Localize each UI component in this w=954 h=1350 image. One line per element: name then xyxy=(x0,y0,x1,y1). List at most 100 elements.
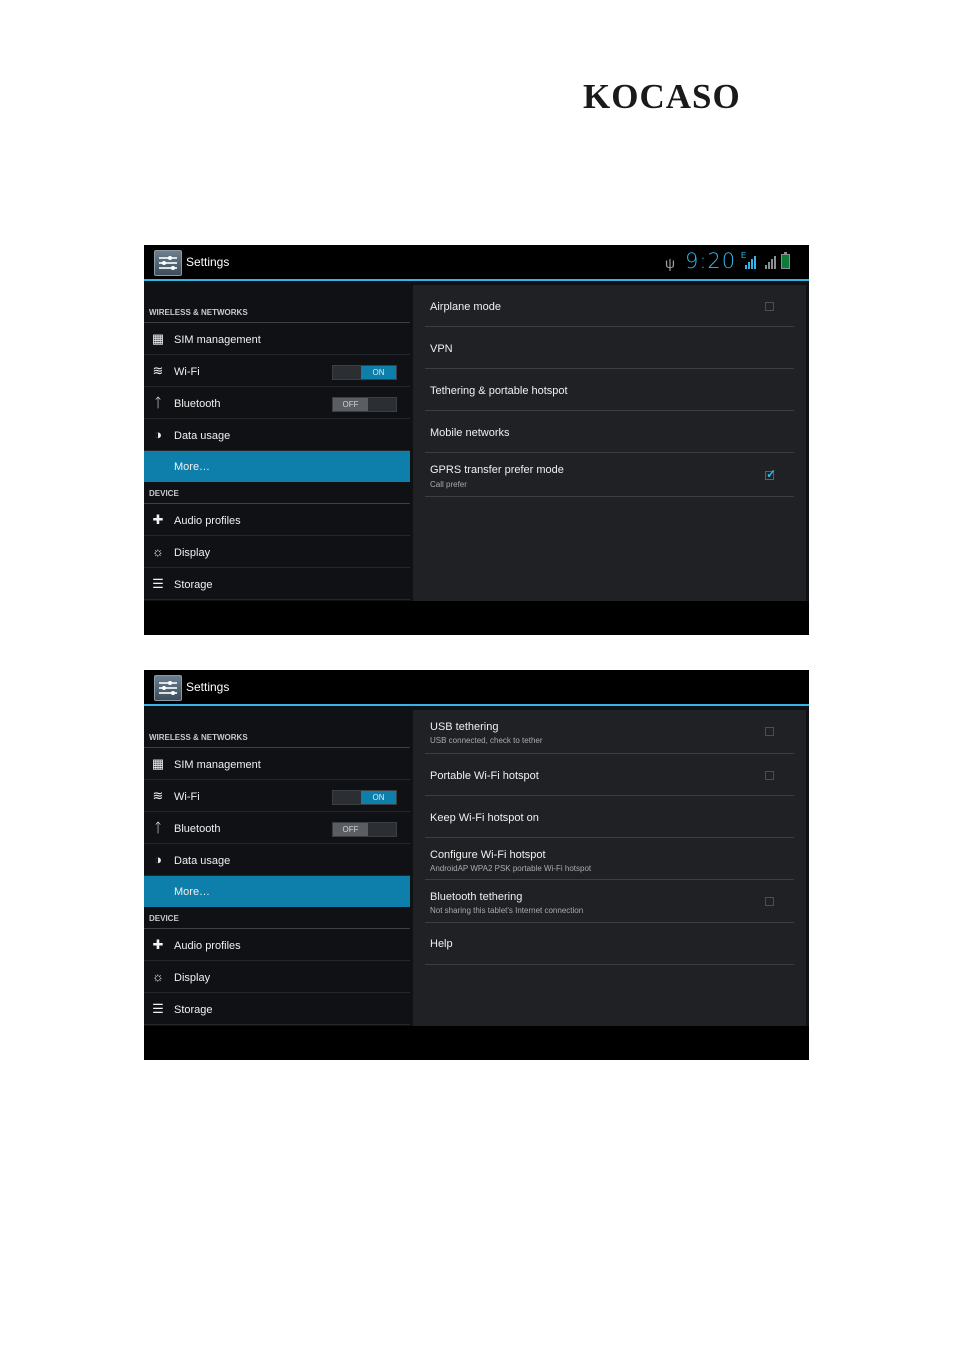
sidebar-item-label: More… xyxy=(174,886,211,898)
clock: 9:20 xyxy=(685,249,737,273)
setting-title: VPN xyxy=(430,343,453,355)
setting-vpn[interactable]: VPN xyxy=(425,327,794,369)
audio-profiles-icon: ✚ xyxy=(152,512,164,527)
app-title: Settings xyxy=(186,255,230,269)
wifi-toggle[interactable]: ON xyxy=(332,790,397,805)
setting-subtitle: USB connected, check to tether xyxy=(430,736,543,745)
sidebar-item-label: Data usage xyxy=(174,855,231,867)
setting-title: Mobile networks xyxy=(430,427,510,439)
divider xyxy=(144,322,410,323)
sidebar-item-label: Wi-Fi xyxy=(174,366,200,378)
setting-title: USB tethering xyxy=(430,721,499,733)
setting-title: GPRS transfer prefer mode xyxy=(430,464,564,476)
category-header-device: DEVICE xyxy=(149,914,179,923)
sidebar-item-display[interactable]: ☼ Display xyxy=(144,537,410,568)
wifi-icon: ≋ xyxy=(152,788,164,803)
storage-icon: ☰ xyxy=(152,1001,164,1016)
setting-title: Bluetooth tethering xyxy=(430,891,523,903)
setting-keep-hotspot-on[interactable]: Keep Wi-Fi hotspot on xyxy=(425,796,794,838)
toggle-state: ON xyxy=(361,791,396,804)
setting-title: Configure Wi-Fi hotspot xyxy=(430,849,546,861)
sidebar-item-label: Bluetooth xyxy=(174,823,221,835)
portable-hotspot-checkbox[interactable] xyxy=(765,771,774,780)
setting-title: Airplane mode xyxy=(430,301,501,313)
signal-strength-sim2-icon xyxy=(763,255,777,269)
action-bar: Settings xyxy=(144,670,809,706)
usb-tethering-checkbox[interactable] xyxy=(765,727,774,736)
sidebar-item-label: Data usage xyxy=(174,430,231,442)
bluetooth-tethering-checkbox[interactable] xyxy=(765,897,774,906)
storage-icon: ☰ xyxy=(152,576,164,591)
sidebar-item-label: Display xyxy=(174,972,211,984)
setting-airplane-mode[interactable]: Airplane mode xyxy=(425,285,794,327)
divider xyxy=(144,747,410,748)
category-header-wireless: WIRELESS & NETWORKS xyxy=(149,733,248,742)
divider xyxy=(144,928,410,929)
sidebar-item-label: Wi-Fi xyxy=(174,791,200,803)
settings-screenshot-1: Settings ψ 9:20 E WIRELESS & NETWORKS ▦ … xyxy=(144,245,809,635)
display-brightness-icon: ☼ xyxy=(152,544,164,559)
sidebar-item-label: Display xyxy=(174,547,211,559)
settings-app-icon[interactable] xyxy=(154,250,182,276)
settings-sidebar: WIRELESS & NETWORKS ▦ SIM management ≋ W… xyxy=(144,708,410,1026)
sidebar-item-label: Audio profiles xyxy=(174,515,241,527)
sidebar-item-label: SIM management xyxy=(174,334,261,346)
setting-help[interactable]: Help xyxy=(425,923,794,965)
bluetooth-toggle[interactable]: OFF xyxy=(332,822,397,837)
setting-configure-hotspot[interactable]: Configure Wi-Fi hotspot AndroidAP WPA2 P… xyxy=(425,838,794,880)
sidebar-item-audio-profiles[interactable]: ✚ Audio profiles xyxy=(144,505,410,536)
sidebar-item-storage[interactable]: ☰ Storage xyxy=(144,994,410,1025)
sidebar-item-audio-profiles[interactable]: ✚ Audio profiles xyxy=(144,930,410,961)
sidebar-item-bluetooth[interactable]: ᛏ Bluetooth OFF xyxy=(144,813,410,844)
sim-card-icon: ▦ xyxy=(151,756,165,771)
bluetooth-icon: ᛏ xyxy=(154,395,162,410)
setting-title: Portable Wi-Fi hotspot xyxy=(430,770,539,782)
settings-app-icon[interactable] xyxy=(154,675,182,701)
kocaso-logo: KOCASO xyxy=(583,77,741,116)
toggle-state: ON xyxy=(361,366,396,379)
sidebar-item-display[interactable]: ☼ Display xyxy=(144,962,410,993)
sidebar-item-data-usage[interactable]: ◑ Data usage xyxy=(144,420,410,451)
setting-title: Tethering & portable hotspot xyxy=(430,385,568,397)
setting-subtitle: Call prefer xyxy=(430,480,467,489)
setting-mobile-networks[interactable]: Mobile networks xyxy=(425,411,794,453)
sidebar-item-label: Storage xyxy=(174,1004,213,1016)
signal-strength-icon xyxy=(743,255,757,269)
setting-subtitle: Not sharing this tablet's Internet conne… xyxy=(430,906,584,915)
sidebar-item-wifi[interactable]: ≋ Wi-Fi ON xyxy=(144,781,410,812)
divider xyxy=(144,503,410,504)
bluetooth-icon: ᛏ xyxy=(154,820,162,835)
toggle-state: OFF xyxy=(333,823,368,836)
usb-icon: ψ xyxy=(665,255,675,271)
battery-charging-icon xyxy=(781,252,790,269)
setting-gprs-transfer-mode[interactable]: GPRS transfer prefer mode Call prefer xyxy=(425,453,794,497)
sidebar-item-more[interactable]: More… xyxy=(144,451,410,482)
setting-portable-wifi-hotspot[interactable]: Portable Wi-Fi hotspot xyxy=(425,754,794,796)
setting-usb-tethering[interactable]: USB tethering USB connected, check to te… xyxy=(425,710,794,754)
sidebar-item-more[interactable]: More… xyxy=(144,876,410,907)
setting-bluetooth-tethering[interactable]: Bluetooth tethering Not sharing this tab… xyxy=(425,880,794,923)
navigation-bar xyxy=(144,1026,809,1060)
airplane-mode-checkbox[interactable] xyxy=(765,302,774,311)
settings-detail-panel: Airplane mode VPN Tethering & portable h… xyxy=(413,285,806,601)
sidebar-item-label: More… xyxy=(174,461,211,473)
sidebar-item-label: Audio profiles xyxy=(174,940,241,952)
sidebar-item-label: Bluetooth xyxy=(174,398,221,410)
sidebar-item-sim-management[interactable]: ▦ SIM management xyxy=(144,324,410,355)
setting-title: Help xyxy=(430,938,453,950)
sidebar-item-wifi[interactable]: ≋ Wi-Fi ON xyxy=(144,356,410,387)
display-brightness-icon: ☼ xyxy=(152,969,164,984)
sidebar-item-data-usage[interactable]: ◑ Data usage xyxy=(144,845,410,876)
data-usage-icon: ◑ xyxy=(154,427,162,442)
wifi-toggle[interactable]: ON xyxy=(332,365,397,380)
setting-tethering-hotspot[interactable]: Tethering & portable hotspot xyxy=(425,369,794,411)
sidebar-item-storage[interactable]: ☰ Storage xyxy=(144,569,410,600)
gprs-prefer-checkbox[interactable] xyxy=(765,467,776,481)
settings-detail-panel: USB tethering USB connected, check to te… xyxy=(413,710,806,1026)
sidebar-item-sim-management[interactable]: ▦ SIM management xyxy=(144,749,410,780)
sidebar-item-label: SIM management xyxy=(174,759,261,771)
bluetooth-toggle[interactable]: OFF xyxy=(332,397,397,412)
sidebar-item-bluetooth[interactable]: ᛏ Bluetooth OFF xyxy=(144,388,410,419)
category-header-wireless: WIRELESS & NETWORKS xyxy=(149,308,248,317)
data-usage-icon: ◑ xyxy=(154,852,162,867)
